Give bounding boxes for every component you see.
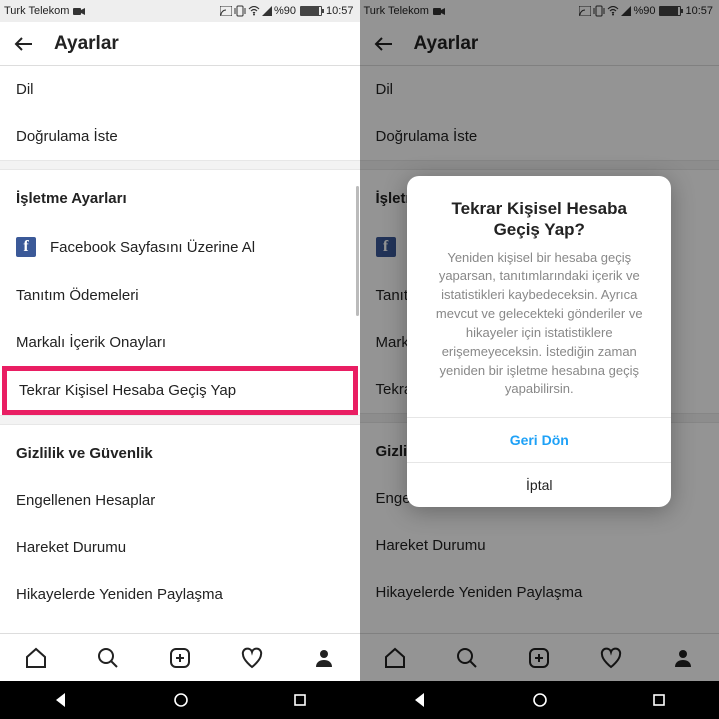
scrollbar-thumb[interactable] xyxy=(356,186,359,316)
settings-list[interactable]: Dil Doğrulama İste İşletme Ayarları f Fa… xyxy=(0,66,360,633)
row-cutoff[interactable] xyxy=(0,618,360,633)
android-navbar xyxy=(0,681,360,719)
add-post-icon[interactable] xyxy=(168,646,192,670)
dialog-secondary-button[interactable]: İptal xyxy=(407,462,671,507)
row-hareket[interactable]: Hareket Durumu xyxy=(0,524,360,571)
cast-icon xyxy=(220,6,232,16)
nav-home-icon[interactable] xyxy=(173,692,189,708)
row-gecis[interactable]: Tekrar Kişisel Hesaba Geçiş Yap xyxy=(7,371,353,410)
nav-home-icon[interactable] xyxy=(532,692,548,708)
row-tanitim[interactable]: Tanıtım Ödemeleri xyxy=(0,272,360,319)
row-label: Markalı İçerik Onayları xyxy=(16,334,166,351)
battery-icon xyxy=(300,6,322,16)
nav-back-icon[interactable] xyxy=(52,691,70,709)
row-hikayelerde[interactable]: Hikayelerde Yeniden Paylaşma xyxy=(0,571,360,618)
android-navbar xyxy=(360,681,719,719)
row-label: Doğrulama İste xyxy=(16,128,118,145)
vibrate-icon xyxy=(234,5,246,17)
bottom-tabbar xyxy=(0,633,360,681)
video-icon xyxy=(73,7,85,16)
facebook-icon: f xyxy=(16,237,36,257)
row-label: Tekrar Kişisel Hesaba Geçiş Yap xyxy=(19,382,236,399)
row-facebook[interactable]: f Facebook Sayfasını Üzerine Al xyxy=(0,222,360,272)
dialog-title: Tekrar Kişisel Hesaba Geçiş Yap? xyxy=(407,176,671,249)
section-divider xyxy=(0,415,360,425)
row-dogrulama[interactable]: Doğrulama İste xyxy=(0,113,360,160)
row-label: Tanıtım Ödemeleri xyxy=(16,287,139,304)
back-icon[interactable] xyxy=(12,32,36,56)
row-label: Facebook Sayfasını Üzerine Al xyxy=(50,239,255,256)
phone-left: Turk Telekom %90 10:57 Ayarlar Dil Doğru… xyxy=(0,0,360,719)
heading-label: Gizlilik ve Güvenlik xyxy=(16,445,153,462)
row-label: Hareket Durumu xyxy=(16,539,126,556)
battery-pct: %90 xyxy=(274,5,296,17)
row-engellenen[interactable]: Engellenen Hesaplar xyxy=(0,477,360,524)
confirm-dialog: Tekrar Kişisel Hesaba Geçiş Yap? Yeniden… xyxy=(407,176,671,507)
nav-recent-icon[interactable] xyxy=(292,692,308,708)
row-label: Dil xyxy=(16,81,34,98)
heading-gizlilik: Gizlilik ve Güvenlik xyxy=(0,425,360,477)
dialog-body: Yeniden kişisel bir hesaba geçiş yaparsa… xyxy=(407,249,671,418)
home-icon[interactable] xyxy=(24,646,48,670)
row-label: Hikayelerde Yeniden Paylaşma xyxy=(16,586,223,603)
row-dil[interactable]: Dil xyxy=(0,66,360,113)
section-divider xyxy=(0,160,360,170)
page-title: Ayarlar xyxy=(54,33,119,55)
wifi-icon xyxy=(248,6,260,16)
status-bar: Turk Telekom %90 10:57 xyxy=(0,0,360,22)
row-markali[interactable]: Markalı İçerik Onayları xyxy=(0,319,360,366)
nav-recent-icon[interactable] xyxy=(651,692,667,708)
phone-right: Turk Telekom %90 10:57 Ayarlar xyxy=(360,0,719,719)
carrier-label: Turk Telekom xyxy=(4,5,69,17)
heading-label: İşletme Ayarları xyxy=(16,190,127,207)
profile-icon[interactable] xyxy=(312,646,336,670)
clock: 10:57 xyxy=(326,5,354,17)
heart-icon[interactable] xyxy=(240,646,264,670)
highlight-gecis: Tekrar Kişisel Hesaba Geçiş Yap xyxy=(2,366,358,415)
header: Ayarlar xyxy=(0,22,360,66)
dialog-primary-button[interactable]: Geri Dön xyxy=(407,417,671,462)
nav-back-icon[interactable] xyxy=(411,691,429,709)
search-icon[interactable] xyxy=(96,646,120,670)
row-label: Engellenen Hesaplar xyxy=(16,492,155,509)
heading-isletme: İşletme Ayarları xyxy=(0,170,360,222)
signal-icon xyxy=(262,6,272,16)
